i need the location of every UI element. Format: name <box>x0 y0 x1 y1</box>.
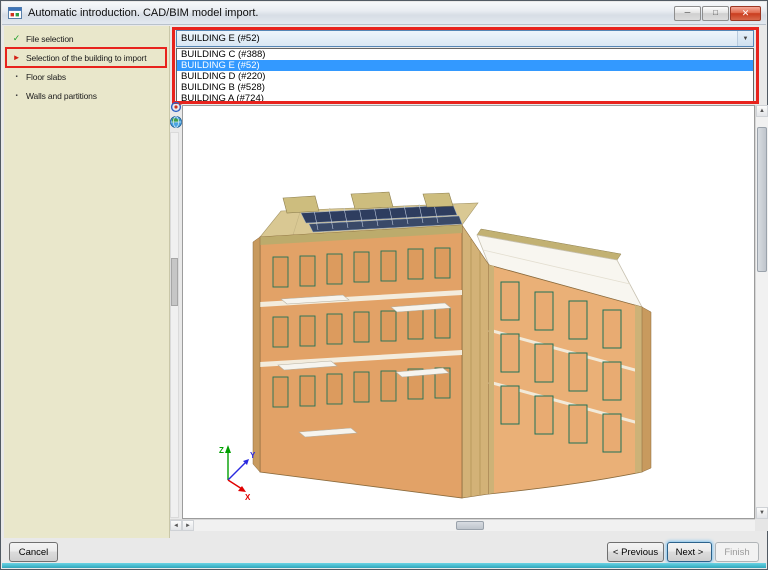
scroll-left-button[interactable]: ◄ <box>170 520 182 531</box>
scroll-right-button[interactable]: ► <box>182 520 194 531</box>
scroll-thumb[interactable] <box>171 258 178 306</box>
window-controls: ─ □ ✕ <box>674 5 761 21</box>
step-label: Walls and partitions <box>26 90 97 101</box>
finish-button: Finish <box>715 542 759 562</box>
axis-triad: Z Y X <box>219 445 256 502</box>
viewport-toolbar <box>169 100 183 129</box>
minimize-button[interactable]: ─ <box>674 5 701 21</box>
step-label: Selection of the building to import <box>26 52 147 63</box>
scroll-thumb[interactable] <box>456 521 484 530</box>
window-title: Automatic introduction. CAD/BIM model im… <box>28 7 259 19</box>
step-floor-slabs[interactable]: ▪ Floor slabs <box>4 67 169 86</box>
scroll-thumb[interactable] <box>757 127 767 272</box>
window-border-bottom <box>2 563 766 568</box>
combobox-dropdown-button[interactable]: ▼ <box>737 31 753 46</box>
app-icon <box>7 5 23 21</box>
wizard-sidebar: ✓ File selection ► Selection of the buil… <box>4 26 170 538</box>
step-building-selection[interactable]: ► Selection of the building to import <box>4 47 169 68</box>
check-icon: ✓ <box>12 33 21 43</box>
previous-button[interactable]: < Previous <box>607 542 664 562</box>
horizontal-scrollbar[interactable]: ◄ ► <box>170 519 755 531</box>
up-arrow-icon: ▲ <box>759 108 765 114</box>
axis-x-label: X <box>245 493 251 502</box>
vertical-scrollbar[interactable]: ▲ ▼ <box>755 105 768 519</box>
dropdown-option[interactable]: BUILDING D (#220) <box>177 71 753 82</box>
dropdown-option[interactable]: BUILDING C (#388) <box>177 49 753 60</box>
down-arrow-icon: ▼ <box>759 510 765 516</box>
scroll-up-button[interactable]: ▲ <box>756 105 768 117</box>
dialog-window: Automatic introduction. CAD/BIM model im… <box>0 0 768 570</box>
building-combobox[interactable]: BUILDING E (#52) ▼ <box>176 30 754 47</box>
bullet-icon: ▪ <box>15 73 18 80</box>
close-button[interactable]: ✕ <box>730 5 761 21</box>
scroll-track[interactable] <box>756 117 768 507</box>
maximize-button[interactable]: □ <box>702 5 729 21</box>
dropdown-option-selected[interactable]: BUILDING E (#52) <box>177 60 753 71</box>
left-arrow-icon: ◄ <box>173 522 179 529</box>
axis-y-label: Y <box>250 451 256 460</box>
right-arrow-icon: ► <box>185 522 191 529</box>
titlebar[interactable]: Automatic introduction. CAD/BIM model im… <box>2 2 766 25</box>
scroll-down-button[interactable]: ▼ <box>756 507 768 519</box>
building-dropdown-list: BUILDING C (#388) BUILDING E (#52) BUILD… <box>176 48 754 104</box>
next-button[interactable]: Next > <box>667 542 712 562</box>
dropdown-option[interactable]: BUILDING B (#528) <box>177 82 753 93</box>
corner-band <box>461 224 490 499</box>
current-step-arrow-icon: ► <box>12 53 21 62</box>
cancel-button[interactable]: Cancel <box>9 542 58 562</box>
3d-viewport[interactable]: Z Y X <box>182 105 755 519</box>
bullet-icon: ▪ <box>15 92 18 99</box>
left-facade <box>252 224 463 499</box>
orbit-view-icon[interactable] <box>169 100 183 114</box>
combobox-value: BUILDING E (#52) <box>181 33 260 44</box>
globe-icon[interactable] <box>169 115 183 129</box>
scroll-track[interactable] <box>194 520 755 531</box>
step-label: Floor slabs <box>26 71 66 82</box>
building-model: Z Y X <box>219 191 652 502</box>
scrollbar-corner <box>755 519 768 531</box>
chevron-down-icon: ▼ <box>742 35 749 42</box>
left-scrollbar[interactable] <box>170 132 179 518</box>
step-file-selection[interactable]: ✓ File selection <box>4 29 169 48</box>
axis-z-label: Z <box>219 446 224 455</box>
step-label: File selection <box>26 33 74 44</box>
step-walls-partitions[interactable]: ▪ Walls and partitions <box>4 86 169 105</box>
dropdown-option[interactable]: BUILDING A (#724) <box>177 93 753 104</box>
